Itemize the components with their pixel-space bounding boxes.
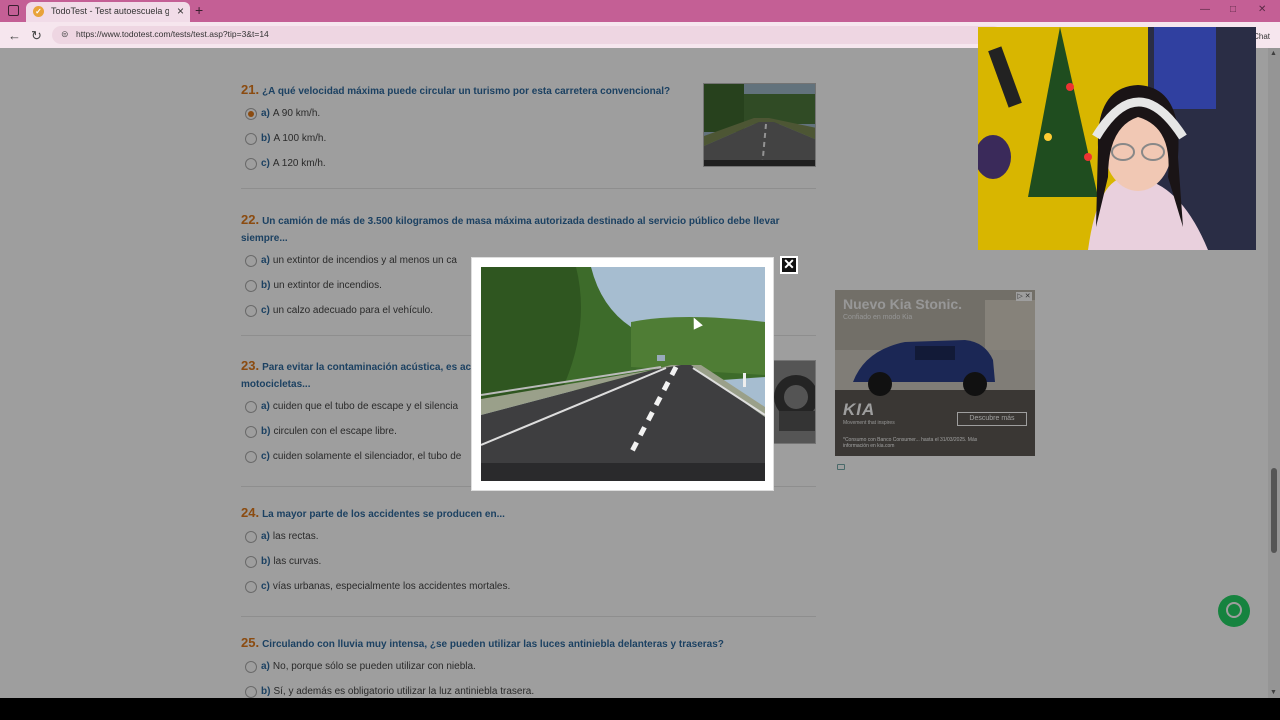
maximize-icon[interactable]: □ [1230,4,1236,15]
tab-close-icon[interactable]: × [177,4,184,18]
browser-tab-bar: ✓ TodoTest - Test autoescuela gratis × +… [0,0,1280,22]
site-favicon-icon: ✓ [33,6,44,17]
streamer-webcam [978,27,1256,250]
browser-tab[interactable]: ✓ TodoTest - Test autoescuela gratis × [26,2,190,22]
reload-icon[interactable]: ↻ [31,28,42,44]
site-info-icon[interactable]: ⊜ [61,29,69,40]
url-text: https://www.todotest.com/tests/test.asp?… [76,29,269,39]
enlarged-road-photo [481,267,765,481]
close-lightbox-button[interactable]: ✕ [780,256,798,274]
minimize-icon[interactable]: — [1200,4,1210,15]
new-tab-icon[interactable]: + [195,2,203,18]
tab-actions-icon[interactable] [8,5,19,16]
back-arrow-icon[interactable]: ← [8,28,21,43]
close-window-icon[interactable]: ✕ [1258,4,1266,15]
letterbox-bar [0,698,1280,720]
image-lightbox [471,257,774,491]
tab-title: TodoTest - Test autoescuela gratis [51,6,169,16]
url-field[interactable]: ⊜ https://www.todotest.com/tests/test.as… [52,26,1002,44]
